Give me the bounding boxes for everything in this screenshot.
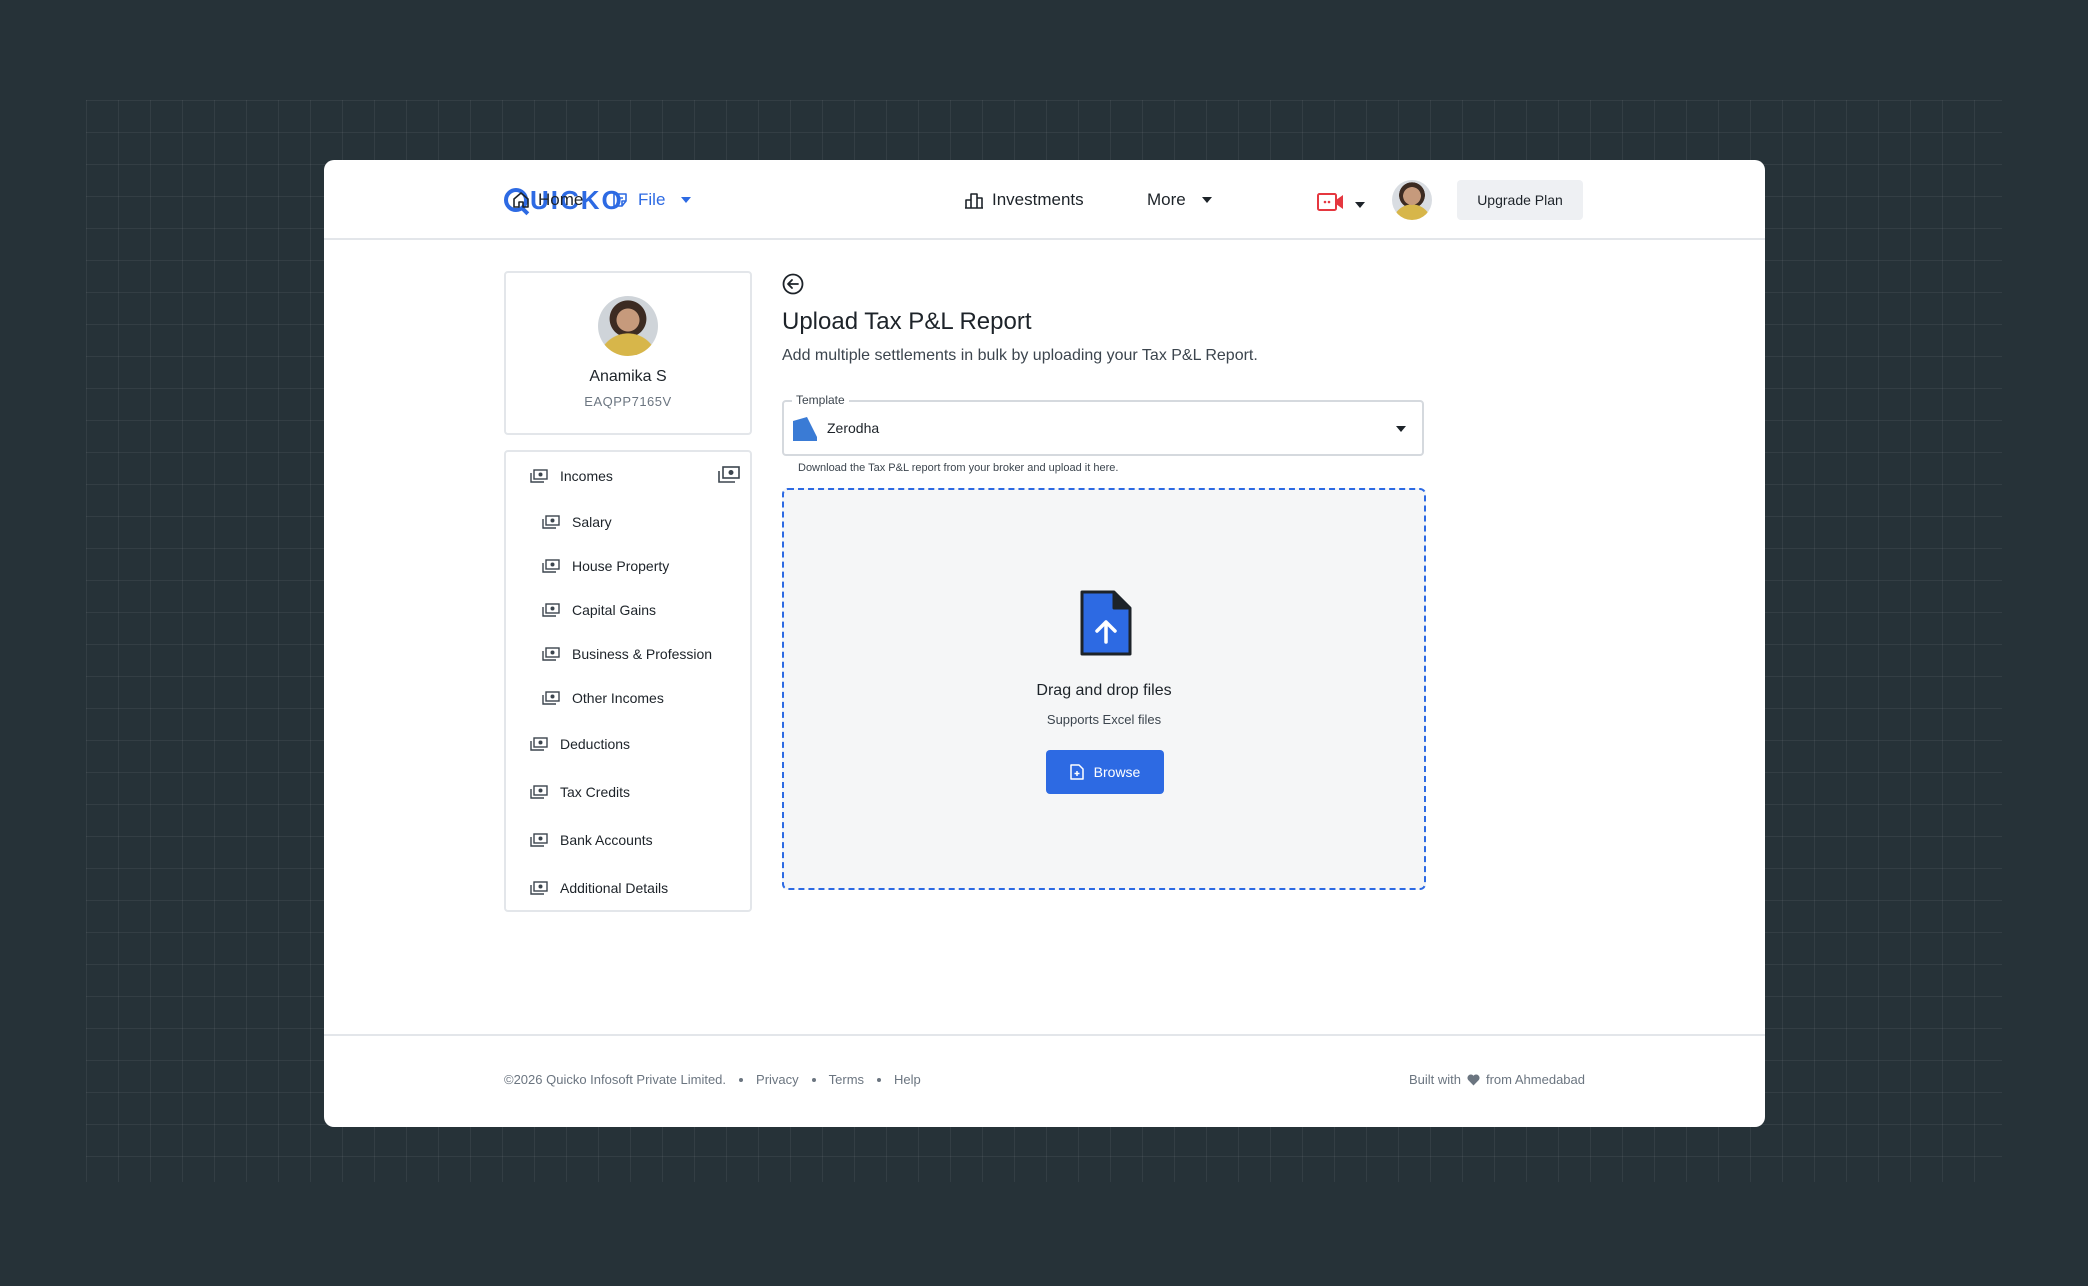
sidebar-item-capital-gains[interactable]: Capital Gains xyxy=(542,600,656,620)
money-icon xyxy=(542,603,560,617)
template-value: Zerodha xyxy=(827,420,880,436)
nav-more-label: More xyxy=(1147,190,1186,209)
sidebar-item-label: Incomes xyxy=(560,468,613,484)
template-select[interactable]: Template Zerodha xyxy=(782,393,1424,456)
file-icon xyxy=(612,191,630,209)
home-icon xyxy=(512,191,530,209)
nav-file-label: File xyxy=(638,190,666,209)
sidebar-item-label: Other Incomes xyxy=(572,690,664,706)
browse-button[interactable]: Browse xyxy=(1046,750,1164,794)
money-icon xyxy=(530,881,548,895)
footer: ©2026 Quicko Infosoft Private Limited. P… xyxy=(324,1034,1765,1127)
sidebar-item-label: Tax Credits xyxy=(560,784,631,800)
sidebar-item-other-incomes[interactable]: Other Incomes xyxy=(542,688,664,708)
help-link[interactable]: Help xyxy=(894,1072,921,1087)
sidebar-item-bank-accounts[interactable]: Bank Accounts xyxy=(530,830,653,850)
money-icon xyxy=(530,469,548,483)
file-dropzone[interactable]: Drag and drop files Supports Excel files… xyxy=(782,488,1426,890)
investments-icon xyxy=(964,191,984,209)
template-label: Template xyxy=(792,393,849,407)
dropzone-subtitle: Supports Excel files xyxy=(1046,712,1162,727)
profile-card: Anamika S EAQPP7165V xyxy=(504,271,752,435)
nav-more[interactable]: More xyxy=(1147,186,1212,214)
money-icon xyxy=(542,691,560,705)
user-avatar[interactable] xyxy=(1392,180,1432,220)
upgrade-plan-button[interactable]: Upgrade Plan xyxy=(1457,180,1583,220)
browse-label: Browse xyxy=(1093,764,1141,780)
money-icon xyxy=(542,559,560,573)
sidebar-item-label: Bank Accounts xyxy=(560,832,653,848)
money-icon xyxy=(542,647,560,661)
nav-home[interactable]: Home xyxy=(512,186,583,214)
file-upload-icon xyxy=(1080,590,1132,661)
privacy-link[interactable]: Privacy xyxy=(756,1072,799,1087)
sidebar-item-label: Additional Details xyxy=(560,880,669,896)
nav-home-label: Home xyxy=(538,190,584,209)
chevron-down-icon xyxy=(1201,197,1212,203)
footer-links: ©2026 Quicko Infosoft Private Limited. P… xyxy=(504,1072,921,1087)
sidebar-item-business-profession[interactable]: Business & Profession xyxy=(542,644,712,664)
nav-investments-label: Investments xyxy=(992,190,1084,209)
sidebar-item-incomes[interactable]: Incomes xyxy=(530,466,613,486)
arrow-left-icon xyxy=(782,273,804,299)
separator-dot xyxy=(811,1077,816,1082)
profile-name: Anamika S xyxy=(589,368,667,385)
top-navbar: UICKO Home File Investments More Upgrade… xyxy=(324,160,1765,240)
zerodha-logo-icon xyxy=(793,417,817,446)
sidebar-item-house-property[interactable]: House Property xyxy=(542,556,669,576)
back-button[interactable] xyxy=(782,273,804,295)
chevron-down-icon xyxy=(681,197,692,203)
sidebar-item-label: Deductions xyxy=(560,736,631,752)
video-icon xyxy=(1317,192,1345,217)
separator-dot xyxy=(739,1077,744,1082)
chevron-down-icon xyxy=(1396,426,1406,432)
built-prefix: Built with xyxy=(1408,1072,1461,1087)
money-icon xyxy=(530,737,548,751)
page-title: Upload Tax P&L Report xyxy=(782,308,1032,335)
money-icon xyxy=(542,515,560,529)
dropzone-title: Drag and drop files xyxy=(1036,682,1172,699)
page-subtitle: Add multiple settlements in bulk by uplo… xyxy=(782,347,1258,364)
copyright-text: ©2026 Quicko Infosoft Private Limited. xyxy=(504,1072,727,1087)
sidebar-item-label: Capital Gains xyxy=(572,602,657,618)
nav-file[interactable]: File xyxy=(612,186,692,214)
nav-investments[interactable]: Investments xyxy=(964,186,1084,214)
sidebar-item-label: House Property xyxy=(572,558,670,574)
app-window: UICKO Home File Investments More Upgrade… xyxy=(324,160,1765,1127)
heart-icon xyxy=(1467,1074,1480,1086)
money-icon xyxy=(718,466,740,488)
template-help-text: Download the Tax P&L report from your br… xyxy=(798,462,1119,474)
profile-avatar xyxy=(598,296,658,356)
profile-pan: EAQPP7165V xyxy=(584,394,672,409)
sidebar-item-salary[interactable]: Salary xyxy=(542,512,612,532)
chevron-down-icon xyxy=(1355,201,1365,208)
built-suffix: from Ahmedabad xyxy=(1485,1072,1585,1087)
file-add-icon xyxy=(1069,764,1084,780)
sidebar-item-additional-details[interactable]: Additional Details xyxy=(530,878,668,898)
sidebar-item-tax-credits[interactable]: Tax Credits xyxy=(530,782,630,802)
video-call-button[interactable] xyxy=(1317,192,1365,217)
sidebar-item-label: Business & Profession xyxy=(572,646,713,662)
separator-dot xyxy=(877,1077,882,1082)
money-icon xyxy=(530,833,548,847)
sidebar-item-deductions[interactable]: Deductions xyxy=(530,734,630,754)
sidebar: Incomes Salary House Property Capital Ga… xyxy=(504,450,752,912)
terms-link[interactable]: Terms xyxy=(829,1072,864,1087)
money-icon xyxy=(530,785,548,799)
sidebar-item-label: Salary xyxy=(572,514,612,530)
built-with-text: Built with from Ahmedabad xyxy=(1409,1072,1585,1087)
